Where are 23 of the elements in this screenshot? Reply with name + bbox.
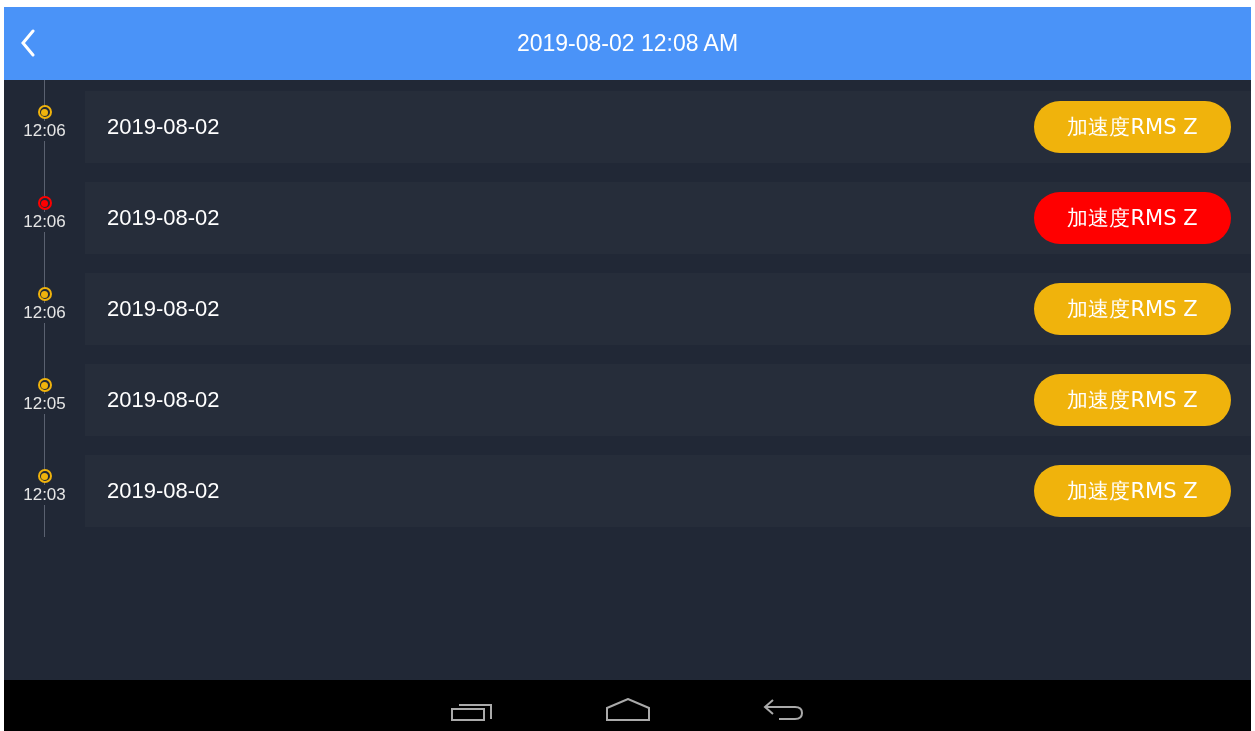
alarm-tag: 加速度RMS Z [1034,374,1231,426]
event-time: 12:06 [23,303,66,323]
event-row[interactable]: 2019-08-02 加速度RMS Z [85,364,1251,436]
event-row[interactable]: 2019-08-02 加速度RMS Z [85,455,1251,527]
event-row[interactable]: 2019-08-02 加速度RMS Z [85,182,1251,254]
event-time: 12:06 [23,121,66,141]
alarm-tag: 加速度RMS Z [1034,465,1231,517]
alarm-tag: 加速度RMS Z [1034,192,1231,244]
back-icon[interactable] [762,697,805,722]
alarm-tag: 加速度RMS Z [1034,101,1231,153]
event-row[interactable]: 2019-08-02 加速度RMS Z [85,91,1251,163]
alarm-tag: 加速度RMS Z [1034,283,1231,335]
event-date: 2019-08-02 [107,478,220,504]
home-icon[interactable] [604,697,651,722]
header-title: 2019-08-02 12:08 AM [516,30,739,57]
event-time: 12:03 [23,485,66,505]
event-time: 12:05 [23,394,66,414]
event-row[interactable]: 2019-08-02 加速度RMS Z [85,273,1251,345]
event-date: 2019-08-02 [107,205,220,231]
event-time: 12:06 [23,212,66,232]
event-date: 2019-08-02 [107,114,220,140]
event-date: 2019-08-02 [107,387,220,413]
event-date: 2019-08-02 [107,296,220,322]
